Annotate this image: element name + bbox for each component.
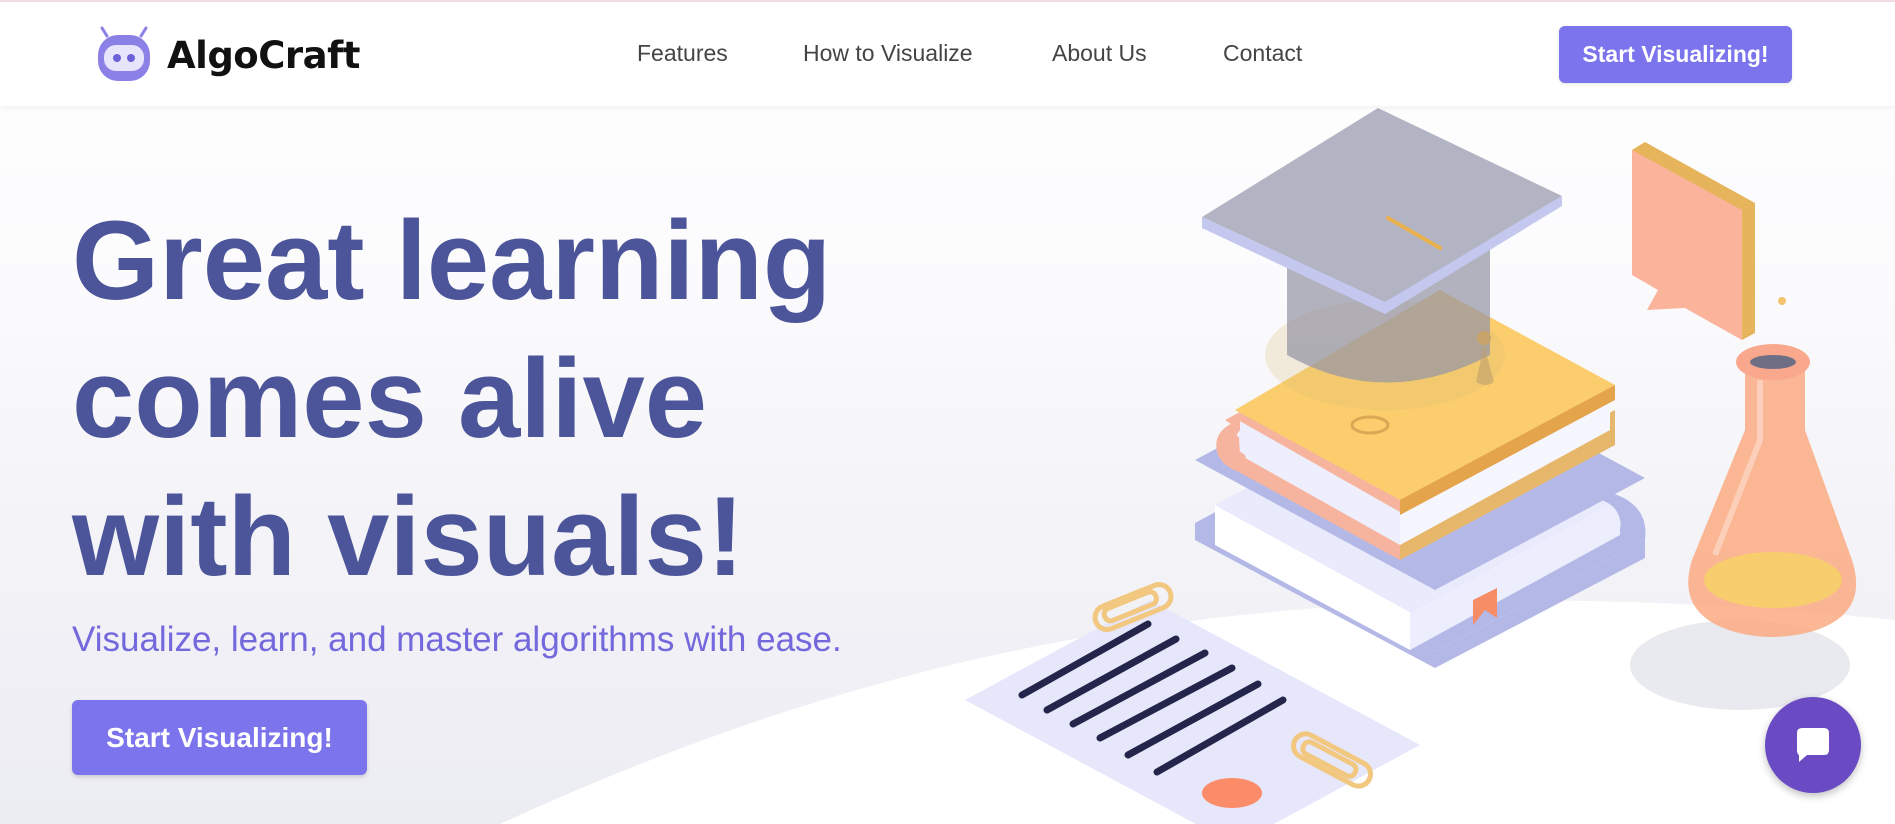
brand-logo-link[interactable]: AlgoCraft: [95, 26, 360, 84]
nav-link-features[interactable]: Features: [637, 40, 728, 67]
chat-bubble-icon: [1797, 728, 1829, 762]
hero-title: Great learning comes alive with visuals!: [72, 192, 972, 606]
flask-icon: [1688, 344, 1857, 637]
nav-start-visualizing-button[interactable]: Start Visualizing!: [1559, 26, 1792, 83]
hero-illustration: [965, 108, 1857, 824]
speech-bubble-icon: [1632, 142, 1786, 340]
robot-head-icon: [98, 26, 150, 81]
hero-subtitle: Visualize, learn, and master algorithms …: [72, 620, 842, 659]
brand-name: AlgoCraft: [167, 33, 360, 77]
hero-start-visualizing-button[interactable]: Start Visualizing!: [72, 700, 367, 775]
top-navbar: AlgoCraft Features How to Visualize Abou…: [0, 2, 1895, 106]
nav-link-about-us[interactable]: About Us: [1052, 40, 1147, 67]
hero-title-line-3: with visuals!: [72, 474, 745, 599]
nav-link-contact[interactable]: Contact: [1223, 40, 1302, 67]
chat-widget-button[interactable]: [1765, 697, 1861, 793]
document-icon: [965, 600, 1420, 824]
nav-link-how-to-visualize[interactable]: How to Visualize: [803, 40, 973, 67]
hero-title-line-1: Great learning: [72, 198, 832, 323]
landing-page: AlgoCraft Features How to Visualize Abou…: [0, 0, 1895, 824]
hero-title-line-2: comes alive: [72, 336, 708, 461]
